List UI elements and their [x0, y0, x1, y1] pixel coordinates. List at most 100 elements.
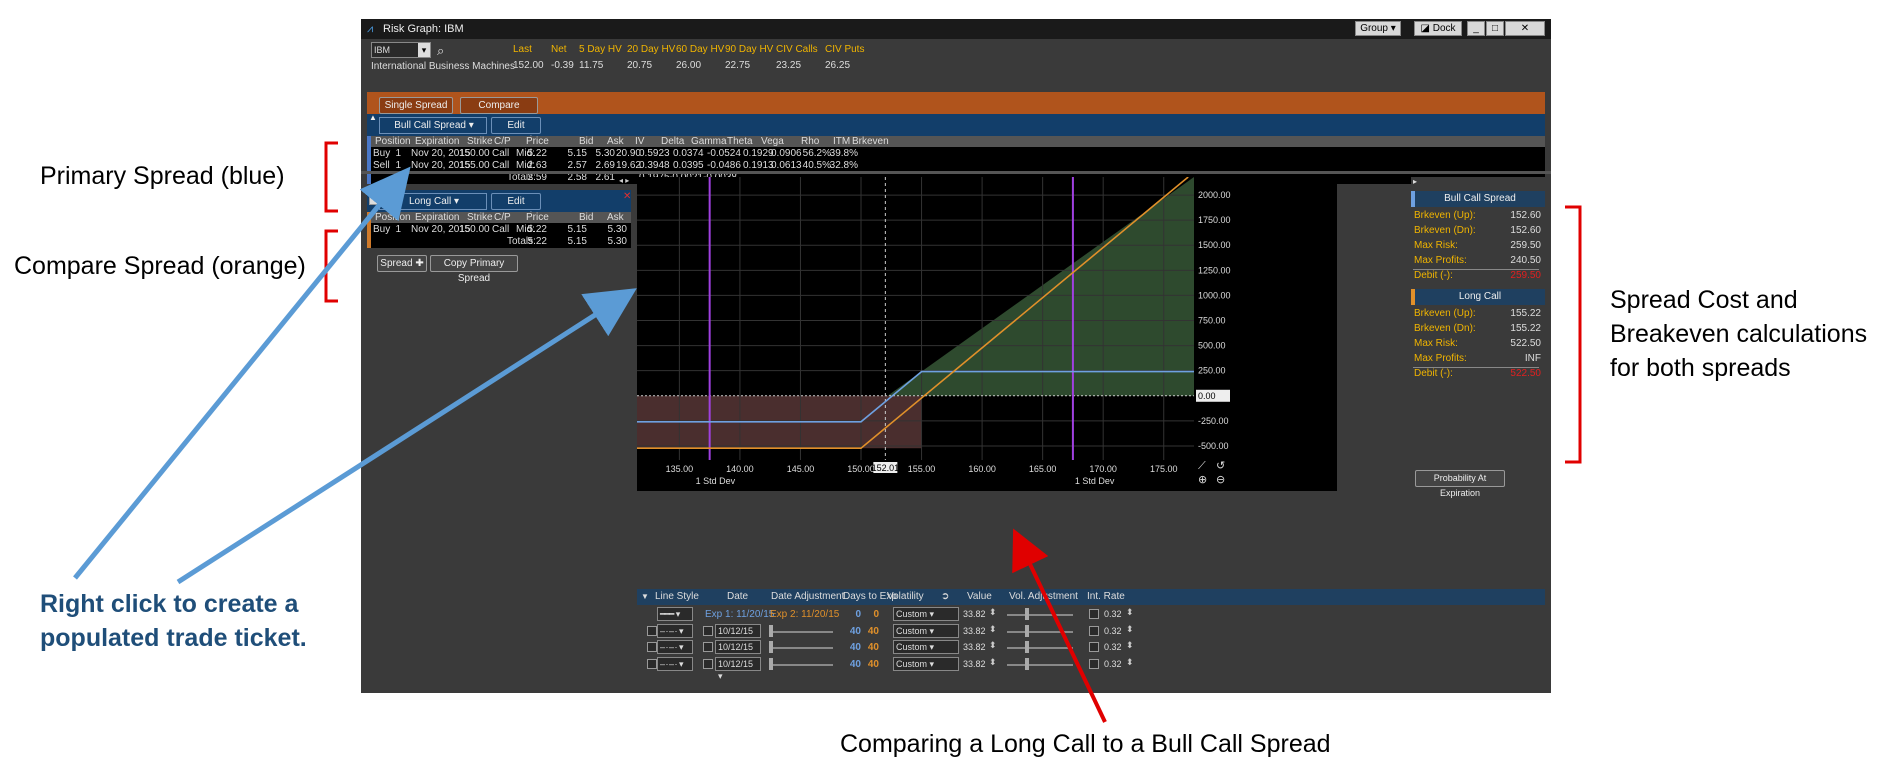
primary-cell: 32.8% [829, 160, 858, 171]
volatility-value-text: 33.82 [963, 658, 986, 669]
rate-spinner-icon[interactable]: ⬍ [1126, 640, 1134, 651]
tab-single-spread[interactable]: Single Spread [379, 97, 453, 114]
volatility-select[interactable]: Custom ▾ [893, 623, 959, 638]
cursor-label: 152.01 [872, 463, 900, 473]
volatility-select[interactable]: Custom ▾ [893, 640, 959, 654]
vol-adjust-handle[interactable] [1025, 657, 1029, 670]
date-adjust-track[interactable] [769, 630, 833, 633]
vol-adjust-handle[interactable] [1025, 641, 1029, 653]
probability-at-expiration-button[interactable]: Probability At Expiration [1415, 470, 1505, 498]
rate-spinner-icon[interactable]: ⬍ [1126, 624, 1134, 635]
value-spinner-icon[interactable]: ⬍ [989, 607, 997, 618]
search-icon[interactable]: ⌕ [437, 43, 444, 59]
primary-column-header: Strike [467, 136, 493, 147]
rate-checkbox[interactable] [1089, 625, 1099, 636]
collapse-up-icon[interactable]: ▲ [369, 113, 377, 122]
close-button[interactable]: ✕ [1505, 21, 1545, 36]
annotation-cost-3: for both spreads [1610, 354, 1791, 382]
splitter[interactable] [361, 171, 1551, 174]
risk-graph-chart[interactable]: 135.00 140.00 145.00 150.00 155.00 160.00 165.… [637, 177, 1337, 491]
annotation-caption: Comparing a Long Call to a Bull Call Spr… [840, 730, 1331, 758]
volatility-value: Custom [896, 658, 928, 669]
volatility-refresh-icon[interactable]: ➲ [941, 591, 949, 602]
vol-adjust-track[interactable] [1007, 647, 1073, 649]
spread-button[interactable]: Spread ✚ [377, 255, 427, 272]
date-checkbox[interactable] [703, 642, 713, 652]
summary-value: 155.22 [1510, 323, 1541, 334]
compare-cell: Call [492, 224, 510, 235]
line-style-select[interactable]: – · – · ▾ [657, 623, 693, 638]
line-style-select[interactable]: ━━━ ▾ [657, 607, 693, 621]
date-adjust-handle[interactable] [769, 641, 773, 653]
quote-value: 23.25 [776, 60, 802, 71]
line-enable-checkbox[interactable] [647, 658, 657, 669]
collapse-arrows-icon[interactable]: ◂ ▸ [619, 176, 629, 185]
date-select[interactable]: 10/12/15 ▾ [715, 623, 761, 648]
rate-checkbox[interactable] [1089, 642, 1099, 652]
days-to-exp-1: 0 [855, 609, 861, 620]
line-settings-column-header: Volatility [887, 591, 924, 602]
line-style-select[interactable]: – · – · ▾ [657, 656, 693, 671]
compare-enable-checkbox[interactable]: ✓ [369, 193, 379, 205]
primary-edit-spread-button[interactable]: Edit Spread [491, 117, 541, 146]
collapse-down-icon[interactable]: ▼ [641, 592, 649, 601]
tab-compare-spreads[interactable]: Compare Spreads [460, 97, 538, 126]
group-button[interactable]: Group ▾ [1355, 21, 1401, 36]
value-spinner-icon[interactable]: ⬍ [989, 624, 997, 635]
volatility-select[interactable]: Custom ▾ [893, 607, 959, 621]
annotation-primary: Primary Spread (blue) [40, 162, 285, 190]
date-select[interactable]: 10/12/15 ▾ [715, 640, 761, 664]
dock-button[interactable]: ◪ Dock [1414, 21, 1462, 36]
primary-cell: 0.1929 [743, 148, 774, 159]
primary-cell: 155.00 [459, 160, 490, 171]
value-spinner-icon[interactable]: ⬍ [989, 640, 997, 651]
zoom-out-icon[interactable]: ⊖ [1216, 473, 1225, 486]
line-enable-checkbox[interactable] [647, 642, 657, 652]
primary-bracket [324, 141, 338, 213]
expand-right-icon[interactable]: ▸ [1413, 177, 1417, 186]
date-adjust-track[interactable] [769, 663, 833, 666]
rate-spinner-icon[interactable]: ⬍ [1126, 607, 1134, 618]
stage: Primary Spread (blue) Compare Spread (or… [0, 0, 1887, 782]
line-enable-checkbox[interactable] [647, 625, 657, 636]
date-adjust-handle[interactable] [769, 624, 773, 637]
maximize-button[interactable]: □ [1486, 21, 1504, 36]
quote-value: 11.75 [579, 60, 604, 71]
compare-bracket [324, 229, 338, 303]
date-checkbox[interactable] [703, 658, 713, 669]
minimize-button[interactable]: _ [1467, 21, 1485, 36]
rate-checkbox[interactable] [1089, 658, 1099, 669]
volatility-select[interactable]: Custom ▾ [893, 656, 959, 671]
compare-edit-spread-button[interactable]: Edit Spread [491, 193, 541, 222]
summary-panel: ▸ Bull Call Spread Brkeven (Up): 152.60 Brk… [1411, 177, 1545, 497]
symbol-select[interactable]: IBM ▾ [371, 42, 431, 58]
primary-cell: 0.0395 [673, 160, 704, 171]
chart-trend-icon[interactable]: ⟋ [1198, 459, 1206, 472]
vol-adjust-track[interactable] [1007, 630, 1073, 633]
days-to-exp-2: 0 [873, 609, 879, 620]
vol-adjust-handle[interactable] [1025, 624, 1029, 637]
rate-checkbox[interactable] [1089, 609, 1099, 619]
date-checkbox[interactable] [703, 625, 713, 636]
line-style-select[interactable]: – · – · ▾ [657, 640, 693, 654]
date-adjust-track[interactable] [769, 647, 833, 649]
primary-cell: -0.0524 [707, 148, 741, 159]
value-spinner-icon[interactable]: ⬍ [989, 657, 997, 668]
date-adjust-handle[interactable] [769, 657, 773, 670]
vol-adjust-handle[interactable] [1025, 608, 1029, 620]
compare-strategy: Long Call [408, 196, 452, 207]
quote-value: 26.00 [676, 60, 702, 71]
zoom-in-icon[interactable]: ⊕ [1198, 473, 1207, 486]
remove-compare-icon[interactable]: ✕ [623, 191, 631, 202]
vol-adjust-track[interactable] [1007, 614, 1073, 616]
date-select[interactable]: 10/12/15 ▾ [715, 656, 761, 681]
compare-strategy-select[interactable]: Long Call ▾ [379, 193, 487, 210]
vol-adjust-track[interactable] [1007, 663, 1073, 666]
quote-header: Last [513, 44, 532, 55]
chart-reset-icon[interactable]: ↺ [1216, 459, 1225, 472]
rate-spinner-icon[interactable]: ⬍ [1126, 657, 1134, 668]
copy-primary-spread-button[interactable]: Copy Primary Spread [430, 255, 518, 284]
summary-label: Brkeven (Dn): [1414, 323, 1476, 334]
int-rate-value: 0.32 [1104, 658, 1122, 669]
primary-strategy-select[interactable]: Bull Call Spread ▾ [379, 117, 487, 134]
